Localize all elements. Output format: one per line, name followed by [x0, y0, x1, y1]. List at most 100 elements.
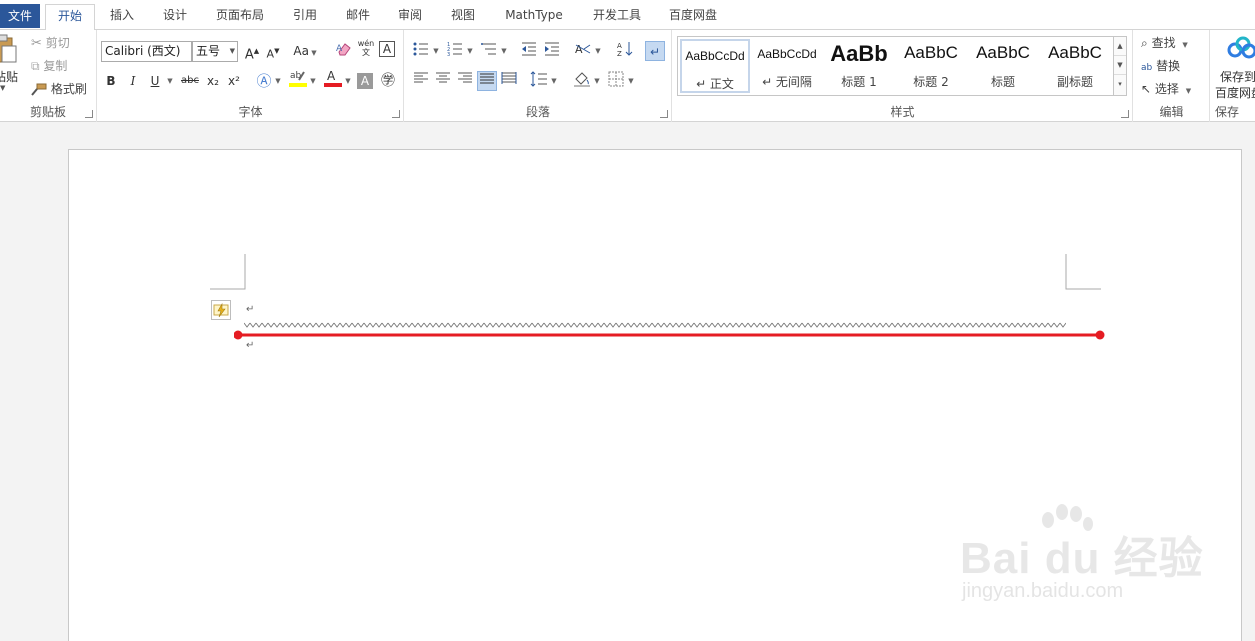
save-group-label: 保存 [1215, 105, 1240, 119]
styles-gallery-scroll: ▲ ▼ ▾ [1114, 36, 1127, 96]
phonetic-guide-button[interactable]: wén 文 [356, 39, 376, 59]
chevron-down-icon[interactable]: ▼ [309, 71, 317, 91]
tab-mailings[interactable]: 邮件 [336, 4, 380, 30]
chinese-layout-button[interactable]: A [573, 41, 593, 61]
font-dialog-launcher[interactable] [392, 110, 400, 118]
superscript-button[interactable]: x² [224, 71, 244, 91]
increase-indent-button[interactable] [542, 41, 562, 61]
tab-file[interactable]: 文件 [0, 4, 40, 28]
copy-icon: ⧉ [31, 59, 40, 73]
style-name: ↵ 无间隔 [762, 75, 812, 89]
find-button[interactable]: ⌕ 查找 ▼ [1141, 33, 1188, 53]
chevron-down-icon[interactable]: ▼ [550, 71, 558, 91]
tab-review[interactable]: 审阅 [388, 4, 432, 30]
subscript-button[interactable]: x₂ [203, 71, 223, 91]
save-to-baidu-button[interactable]: 保存到 百度网盘 [1215, 34, 1255, 102]
ribbon-tab-bar: 文件 开始 插入 设计 页面布局 引用 邮件 审阅 视图 MathType 开发… [0, 0, 1255, 31]
chevron-down-icon[interactable]: ▼ [627, 71, 635, 91]
tab-baidu-netdisk[interactable]: 百度网盘 [660, 4, 726, 30]
show-marks-button[interactable]: ↵ [645, 41, 665, 61]
chevron-down-icon[interactable]: ▼ [593, 71, 601, 91]
expand-gallery-icon[interactable]: ▾ [1114, 75, 1126, 94]
bold-button[interactable]: B [101, 71, 121, 91]
distributed-button[interactable] [499, 71, 519, 91]
save-to-label: 保存到 [1220, 70, 1255, 84]
font-color-button[interactable]: A [323, 68, 343, 92]
shrink-font-button[interactable]: A▼ [263, 41, 283, 61]
styles-gallery: AaBbCcDd ↵ 正文 AaBbCcDd ↵ 无间隔 AaBb 标题 1 A… [677, 36, 1114, 96]
borders-button[interactable] [606, 71, 626, 91]
style-normal[interactable]: AaBbCcDd ↵ 正文 [680, 39, 750, 93]
clipboard-dialog-launcher[interactable] [85, 110, 93, 118]
highlight-button[interactable]: ab [288, 68, 308, 92]
tab-references[interactable]: 引用 [283, 4, 327, 30]
enclosed-char-button[interactable]: ㊫ [378, 71, 398, 91]
tab-developer[interactable]: 开发工具 [584, 4, 650, 30]
format-painter-button[interactable]: 格式刷 [31, 79, 87, 99]
numbering-button[interactable]: 123 [445, 41, 465, 61]
change-case-button[interactable]: Aa ▼ [292, 41, 318, 61]
decrease-indent-button[interactable] [519, 41, 539, 61]
sort-icon: AZ [617, 42, 633, 58]
select-label: 选择 [1154, 82, 1179, 96]
text-effects-button[interactable]: Ⓐ [254, 71, 274, 91]
scroll-down-icon[interactable]: ▼ [1114, 56, 1126, 75]
char-border-button[interactable]: A [379, 41, 395, 57]
align-left-button[interactable] [411, 71, 431, 91]
style-sample: AaBb [830, 41, 888, 66]
multilevel-list-button[interactable] [479, 41, 499, 61]
bullet-list-icon [413, 42, 428, 56]
paste-button[interactable]: 粘贴 ▼ [0, 34, 24, 94]
margin-corner-top-left [210, 254, 246, 290]
style-heading-1[interactable]: AaBb 标题 1 [824, 39, 894, 93]
select-button[interactable]: ↖ 选择 ▼ [1141, 79, 1191, 99]
bullets-button[interactable] [411, 41, 431, 61]
style-subtitle[interactable]: AaBbC 副标题 [1040, 39, 1110, 93]
tab-insert[interactable]: 插入 [100, 4, 144, 30]
chevron-down-icon[interactable]: ▼ [432, 41, 440, 61]
style-name: 标题 2 [913, 75, 949, 89]
clear-format-button[interactable]: A [334, 41, 354, 61]
chevron-down-icon[interactable]: ▼ [594, 41, 602, 61]
grow-font-button[interactable]: A▲ [242, 41, 262, 62]
shading-button[interactable] [572, 71, 592, 91]
style-name: 副标题 [1056, 75, 1093, 89]
chevron-down-icon[interactable]: ▼ [466, 41, 474, 61]
paragraph-dialog-launcher[interactable] [660, 110, 668, 118]
chevron-down-icon[interactable]: ▼ [344, 71, 352, 91]
chevron-down-icon[interactable]: ▼ [500, 41, 508, 61]
margin-corner-top-right [1065, 254, 1101, 290]
tab-mathtype[interactable]: MathType [498, 4, 570, 30]
paste-label: 粘贴 [0, 70, 19, 84]
chevron-down-icon[interactable]: ▼ [166, 71, 174, 91]
tab-page-layout[interactable]: 页面布局 [207, 4, 273, 30]
style-title[interactable]: AaBbC 标题 [968, 39, 1038, 93]
line-spacing-button[interactable] [529, 71, 549, 91]
style-sample: AaBbC [976, 43, 1030, 62]
char-shading-button[interactable]: A [357, 73, 373, 89]
tab-design[interactable]: 设计 [153, 4, 197, 30]
tab-view[interactable]: 视图 [441, 4, 485, 30]
strikethrough-button[interactable]: abc [178, 71, 202, 91]
font-size-combo[interactable]: 五号 ▼ [192, 41, 238, 62]
cut-button[interactable]: ✂ 剪切 [31, 33, 70, 53]
align-center-button[interactable] [433, 71, 453, 91]
baidu-netdisk-icon [1227, 36, 1255, 59]
replace-button[interactable]: ab 替换 [1141, 56, 1180, 76]
underline-button[interactable]: U [145, 71, 165, 91]
tab-home[interactable]: 开始 [45, 4, 95, 31]
svg-text:3: 3 [447, 52, 450, 57]
styles-dialog-launcher[interactable] [1121, 110, 1129, 118]
justify-button[interactable] [477, 71, 497, 91]
style-no-spacing[interactable]: AaBbCcDd ↵ 无间隔 [752, 39, 822, 93]
font-name-combo[interactable]: Calibri (西文) [101, 41, 192, 62]
align-right-button[interactable] [455, 71, 475, 91]
style-heading-2[interactable]: AaBbC 标题 2 [896, 39, 966, 93]
scroll-up-icon[interactable]: ▲ [1114, 37, 1126, 56]
editing-group-label: 编辑 [1159, 105, 1184, 119]
copy-button[interactable]: ⧉ 复制 [31, 56, 67, 76]
autocorrect-options-button[interactable] [211, 300, 231, 320]
chevron-down-icon[interactable]: ▼ [274, 71, 282, 91]
italic-button[interactable]: I [123, 71, 143, 91]
sort-button[interactable]: AZ [615, 41, 635, 61]
